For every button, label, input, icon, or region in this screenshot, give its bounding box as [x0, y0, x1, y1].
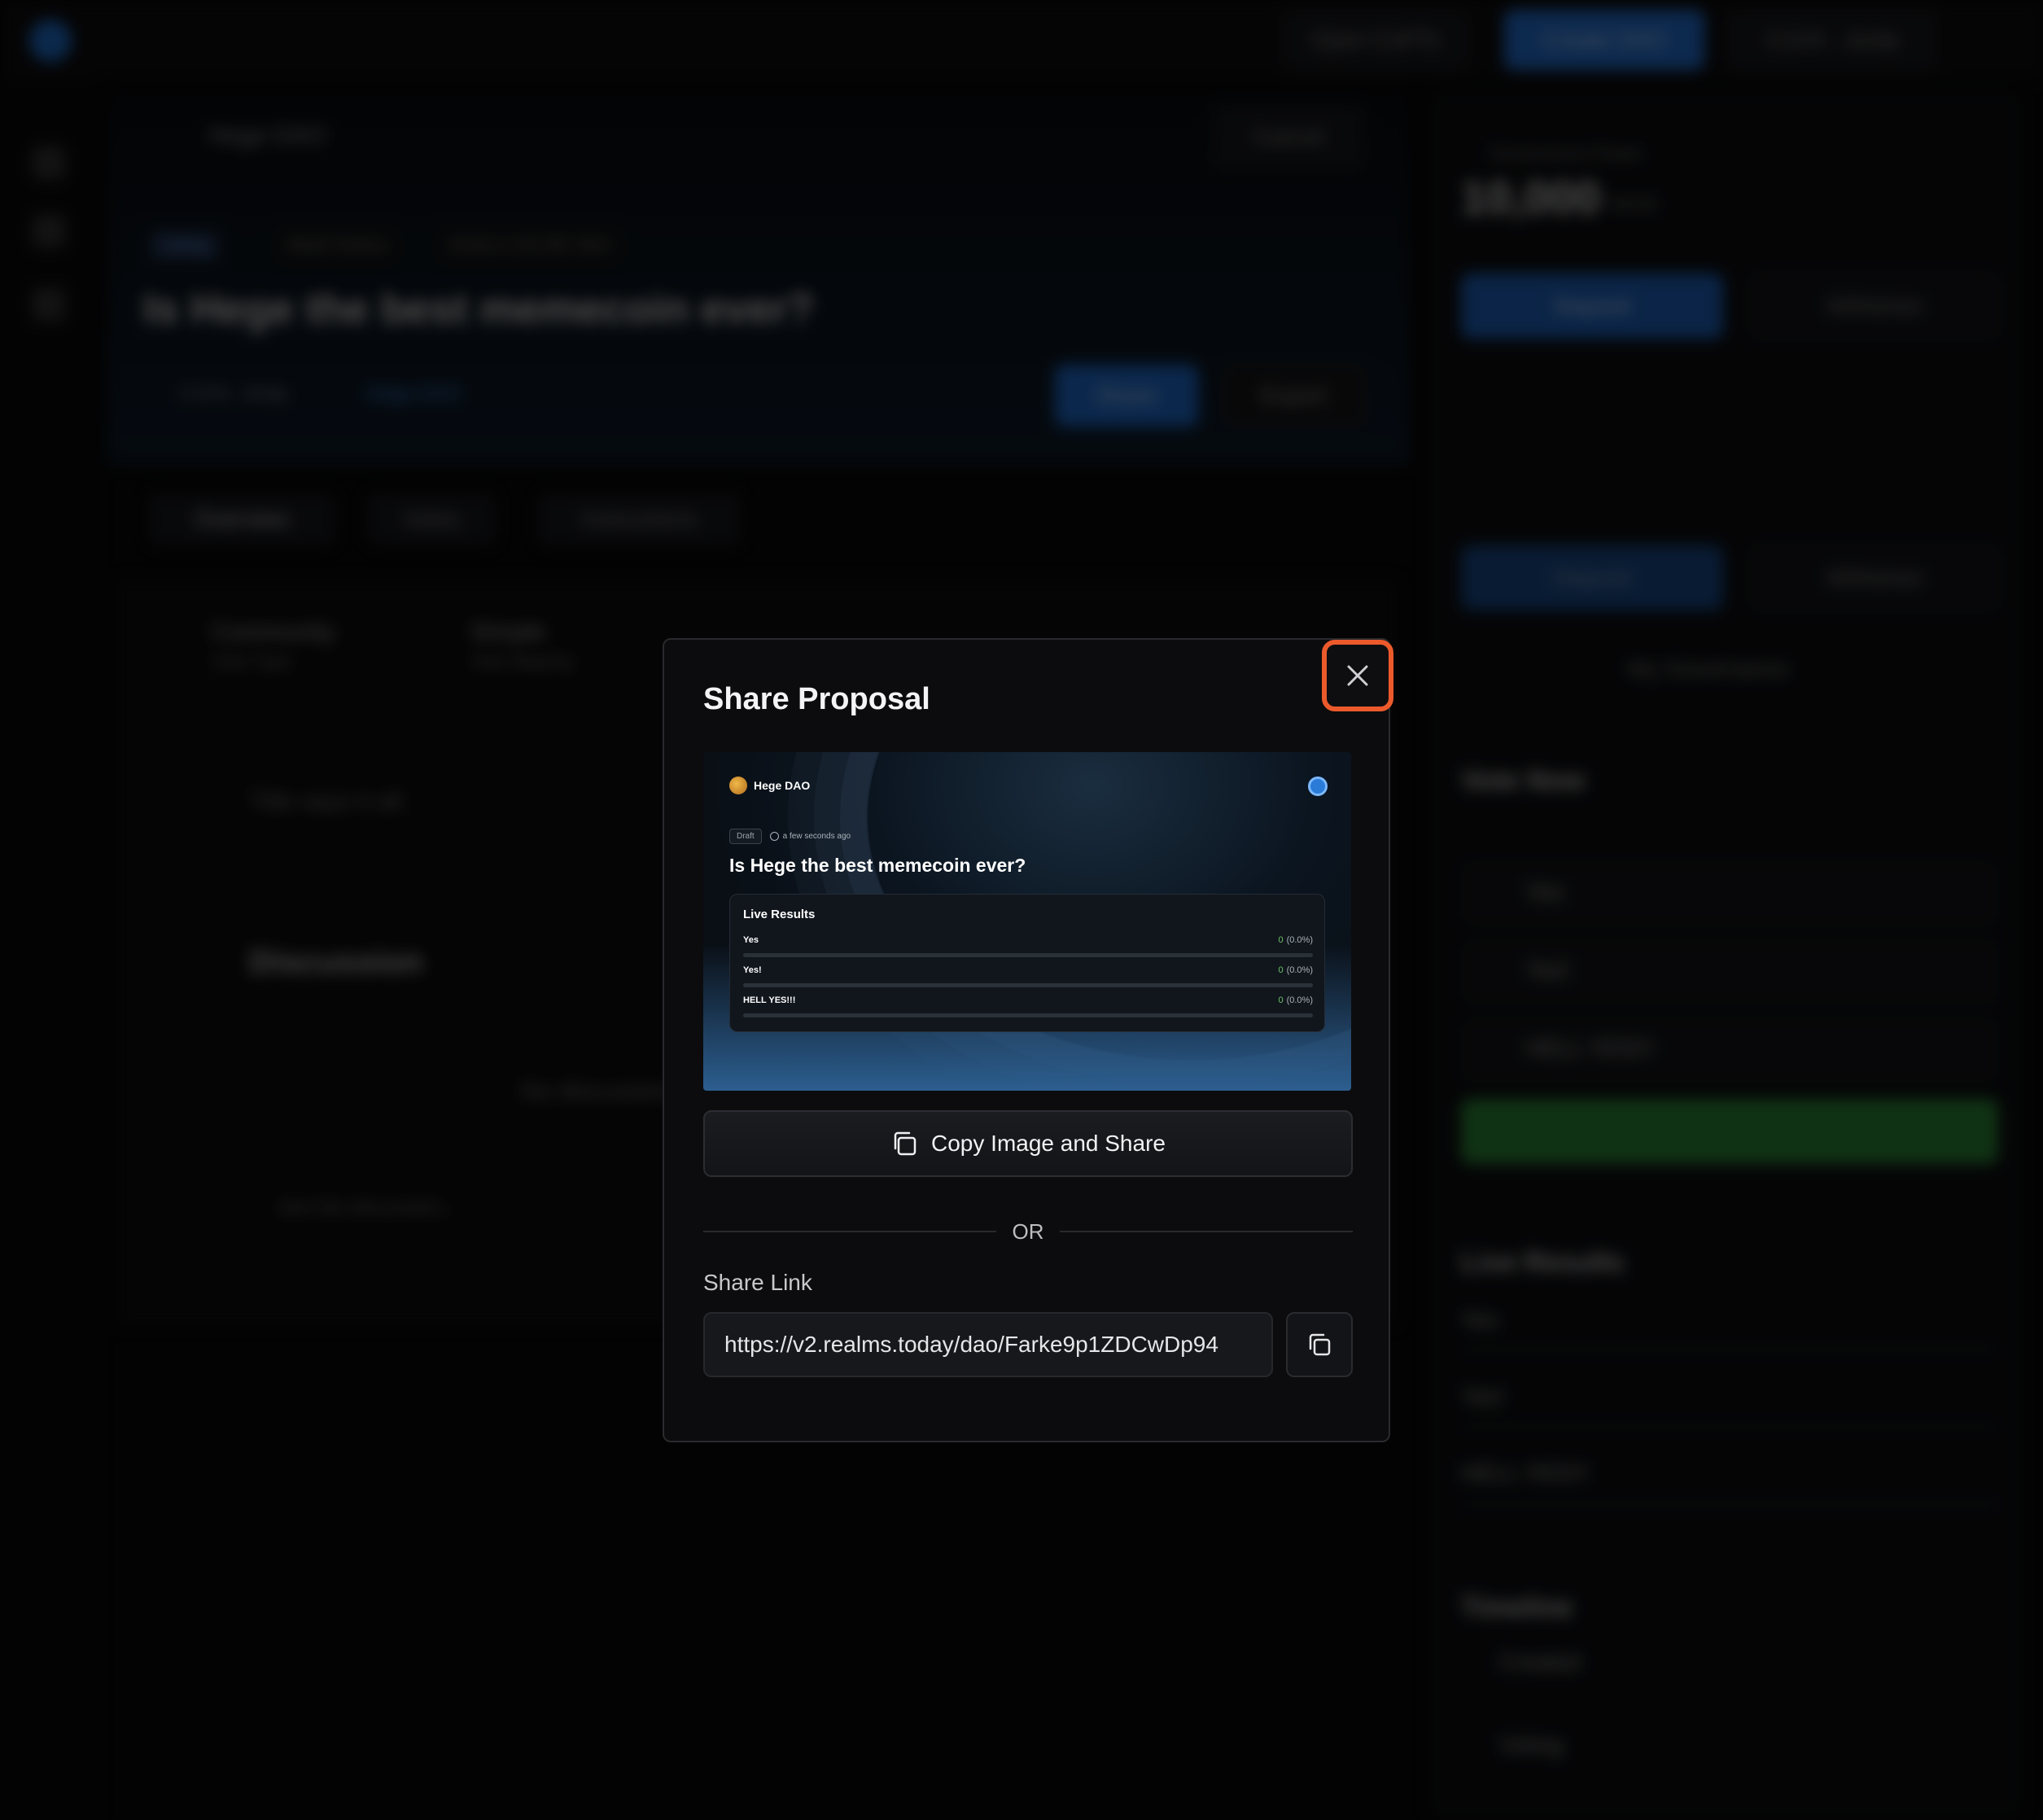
result-value: 0 (0.0%): [1278, 965, 1313, 975]
result-value: 0 (0.0%): [1278, 935, 1313, 945]
dao-avatar: [729, 777, 747, 794]
result-pct: (0.0%): [1286, 935, 1313, 945]
result-count: 0: [1278, 965, 1284, 975]
copy-image-and-share-button[interactable]: Copy Image and Share: [703, 1110, 1353, 1177]
result-label: Yes: [743, 935, 759, 945]
or-label: OR: [703, 1219, 1353, 1245]
preview-dao-name: Hege DAO: [754, 779, 811, 792]
copy-image-label: Copy Image and Share: [931, 1131, 1166, 1156]
preview-result-row: Yes 0 (0.0%): [743, 935, 1313, 963]
result-pct: (0.0%): [1286, 965, 1313, 975]
preview-dao: Hege DAO: [729, 777, 810, 794]
result-bar: [743, 1013, 1313, 1017]
status-badge: Draft: [729, 829, 762, 844]
preview-time: a few seconds ago: [769, 832, 851, 841]
result-label: HELL YES!!!: [743, 995, 796, 1005]
result-pct: (0.0%): [1286, 995, 1313, 1005]
preview-proposal-title: Is Hege the best memecoin ever?: [729, 855, 1026, 876]
copy-icon: [894, 1131, 917, 1156]
result-bar: [743, 953, 1313, 957]
copy-icon: [1309, 1333, 1331, 1356]
preview-result-row: Yes! 0 (0.0%): [743, 965, 1313, 993]
result-value: 0 (0.0%): [1278, 995, 1313, 1005]
modal-title: Share Proposal: [703, 682, 930, 716]
preview-time-text: a few seconds ago: [782, 832, 851, 841]
share-link-field[interactable]: https://v2.realms.today/dao/Farke9p1ZDCw…: [703, 1312, 1273, 1377]
or-divider: OR: [703, 1216, 1353, 1249]
close-button[interactable]: [1322, 640, 1393, 711]
clock-icon: [769, 832, 779, 841]
result-bar: [743, 983, 1313, 987]
preview-live-results: Live Results Yes 0 (0.0%) Yes! 0 (0.0%) HE…: [729, 894, 1325, 1032]
close-icon: [1347, 665, 1368, 686]
result-label: Yes!: [743, 965, 762, 975]
realms-logo-icon: [1308, 777, 1328, 796]
preview-result-row: HELL YES!!! 0 (0.0%): [743, 995, 1313, 1023]
result-count: 0: [1278, 935, 1284, 945]
or-label-text: OR: [1000, 1219, 1056, 1244]
preview-meta: Draft a few seconds ago: [729, 829, 851, 844]
result-count: 0: [1278, 995, 1284, 1005]
preview-results-title: Live Results: [743, 908, 816, 921]
share-image-preview: Hege DAO Draft a few seconds ago Is Hege…: [703, 752, 1351, 1091]
copy-link-button[interactable]: [1286, 1312, 1353, 1377]
share-proposal-modal: Share Proposal Hege DAO Draft a few seco…: [663, 638, 1393, 1442]
share-link-label: Share Link: [703, 1270, 812, 1295]
